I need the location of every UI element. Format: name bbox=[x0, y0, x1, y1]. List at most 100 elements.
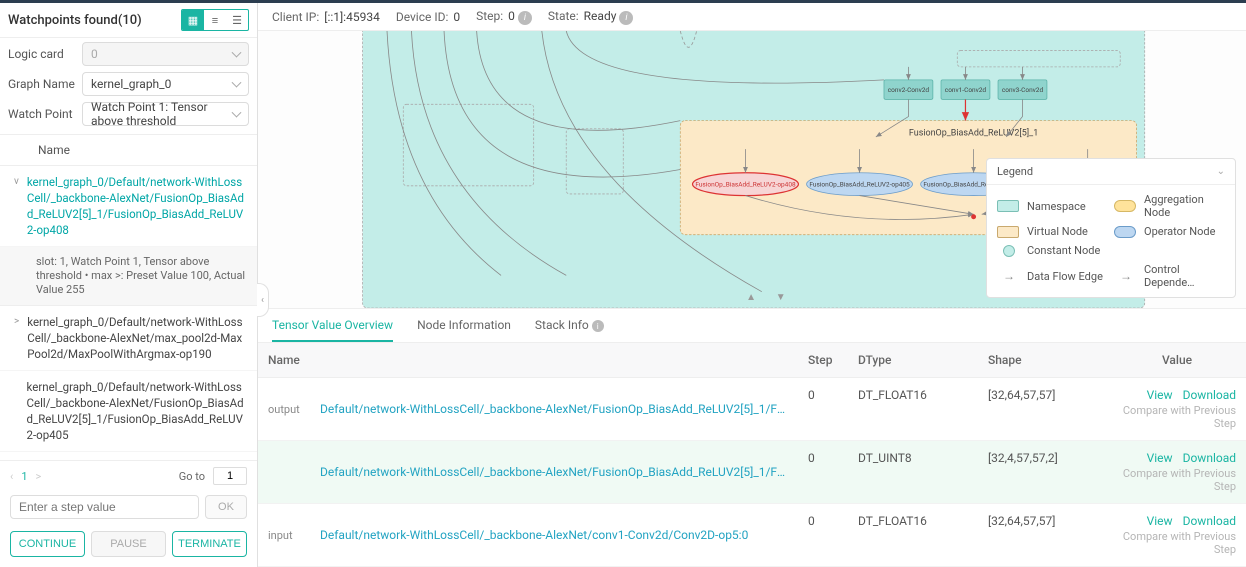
th-step: Step bbox=[798, 343, 848, 378]
wp-name: kernel_graph_0/Default/network-WithLossC… bbox=[27, 379, 249, 443]
ok-button[interactable]: OK bbox=[205, 495, 247, 519]
graph-nav-down-icon[interactable]: ▼ bbox=[772, 292, 790, 306]
th-dtype: DType bbox=[848, 343, 978, 378]
device-id-label: Device ID: bbox=[396, 10, 449, 24]
state-value: Ready bbox=[584, 9, 617, 23]
wp-detail: slot: 1, Watch Point 1, Tensor above thr… bbox=[0, 247, 257, 306]
arrow-icon: → bbox=[997, 269, 1021, 283]
legend-namespace: Namespace bbox=[1027, 200, 1108, 213]
tensor-name-link[interactable]: Default/network-WithLossCell/_backbone-A… bbox=[320, 528, 788, 542]
chevron-right-icon[interactable]: > bbox=[14, 316, 19, 362]
tensor-table: Name Step DType Shape Value outputDefaul… bbox=[258, 343, 1246, 567]
chevron-left-icon[interactable]: ‹ bbox=[10, 470, 13, 483]
chevron-right-icon[interactable] bbox=[14, 381, 19, 443]
svg-text:conv2-Conv2d: conv2-Conv2d bbox=[888, 86, 930, 94]
view-toggle: ▦ ≡ ☰ bbox=[181, 9, 249, 31]
tensor-name-link[interactable]: Default/network-WithLossCell/_backbone-A… bbox=[320, 465, 788, 479]
svg-text:FusionOp_BiasAdd_ReLUV2-op405: FusionOp_BiasAdd_ReLUV2-op405 bbox=[809, 181, 910, 189]
legend-control: Control Depende… bbox=[1144, 263, 1225, 289]
view-link[interactable]: View bbox=[1147, 451, 1173, 465]
svg-text:FusionOp_BiasAdd_ReLUV2-op408: FusionOp_BiasAdd_ReLUV2-op408 bbox=[695, 181, 796, 189]
list-item[interactable]: > kernel_graph_0/Default/network-WithLos… bbox=[0, 306, 257, 371]
device-id-value: 0 bbox=[453, 10, 460, 24]
view-link[interactable]: View bbox=[1147, 388, 1173, 402]
continue-button[interactable]: CONTINUE bbox=[10, 531, 85, 557]
compare-link[interactable]: Compare with Previous Step bbox=[1118, 404, 1236, 430]
graph-nav-up-icon[interactable]: ▲ bbox=[742, 292, 760, 306]
constant-swatch bbox=[1003, 245, 1015, 257]
legend: Legend ⌄ Namespace Aggregation Node Virt… bbox=[986, 158, 1236, 298]
main: Client IP: [::1]:45934 Device ID: 0 Step… bbox=[258, 3, 1246, 567]
compare-link[interactable]: Compare with Previous Step bbox=[1118, 530, 1236, 556]
list-item[interactable]: v kernel_graph_0/Default/network-WithLos… bbox=[0, 166, 257, 247]
client-ip-label: Client IP: bbox=[272, 10, 319, 24]
sidebar-controls: Logic card 0 Graph Name kernel_graph_0 W… bbox=[0, 38, 257, 135]
view-grid-button[interactable]: ▦ bbox=[182, 10, 204, 30]
graph-name-label: Graph Name bbox=[8, 77, 78, 91]
th-shape: Shape bbox=[978, 343, 1108, 378]
th-value: Value bbox=[1108, 343, 1246, 378]
legend-operator: Operator Node bbox=[1144, 225, 1225, 238]
graph-canvas[interactable]: conv2-Conv2d conv1-Conv2d conv3-Conv2d F… bbox=[258, 31, 1246, 309]
legend-constant: Constant Node bbox=[1027, 244, 1108, 257]
topbar: Client IP: [::1]:45934 Device ID: 0 Step… bbox=[258, 3, 1246, 31]
list-item[interactable]: kernel_graph_0/Default/network-WithLossC… bbox=[0, 452, 257, 460]
legend-aggregation: Aggregation Node bbox=[1144, 193, 1225, 219]
sidebar: Watchpoints found(10) ▦ ≡ ☰ Logic card 0… bbox=[0, 3, 258, 567]
watchpoint-list: v kernel_graph_0/Default/network-WithLos… bbox=[0, 166, 257, 460]
watch-point-label: Watch Point bbox=[8, 107, 78, 121]
tab-node-info[interactable]: Node Information bbox=[417, 310, 511, 342]
tab-tensor-overview[interactable]: Tensor Value Overview bbox=[272, 310, 393, 342]
info-icon[interactable]: i bbox=[518, 11, 532, 25]
logic-card-label: Logic card bbox=[8, 47, 78, 61]
chevron-down-icon[interactable]: ⌄ bbox=[1217, 166, 1225, 177]
namespace-swatch bbox=[997, 200, 1019, 212]
legend-dataflow: Data Flow Edge bbox=[1027, 270, 1108, 283]
goto-label: Go to bbox=[179, 470, 205, 483]
tab-stack-info[interactable]: Stack Infoi bbox=[535, 310, 604, 343]
watchpoints-title: Watchpoints found(10) bbox=[8, 13, 142, 28]
view-link[interactable]: View bbox=[1147, 514, 1173, 528]
graph-name-select[interactable]: kernel_graph_0 bbox=[82, 72, 249, 96]
view-compact-button[interactable]: ☰ bbox=[226, 10, 248, 30]
table-row: outputDefault/network-WithLossCell/_back… bbox=[258, 378, 798, 441]
download-link[interactable]: Download bbox=[1183, 388, 1236, 402]
tensor-name-link[interactable]: Default/network-WithLossCell/_backbone-A… bbox=[320, 402, 788, 416]
watch-point-select[interactable]: Watch Point 1: Tensor above threshold bbox=[82, 102, 249, 126]
info-icon[interactable]: i bbox=[592, 320, 604, 332]
pause-button: PAUSE bbox=[91, 531, 166, 557]
wp-name-link[interactable]: kernel_graph_0/Default/network-WithLossC… bbox=[27, 174, 249, 238]
client-ip-value: [::1]:45934 bbox=[324, 10, 380, 24]
goto-input[interactable] bbox=[213, 467, 247, 485]
svg-text:conv1-Conv2d: conv1-Conv2d bbox=[945, 86, 987, 94]
aggregation-swatch bbox=[1114, 200, 1136, 212]
logic-card-select[interactable]: 0 bbox=[82, 42, 249, 66]
pager-current: 1 bbox=[21, 470, 27, 483]
svg-text:conv3-Conv2d: conv3-Conv2d bbox=[1002, 86, 1044, 94]
step-input[interactable] bbox=[10, 495, 199, 519]
operator-swatch bbox=[1114, 226, 1136, 238]
th-name: Name bbox=[258, 343, 798, 378]
sidebar-collapse-toggle[interactable]: ‹ bbox=[257, 283, 269, 317]
tabs: Tensor Value Overview Node Information S… bbox=[258, 309, 1246, 343]
state-label: State: bbox=[548, 9, 579, 23]
compare-link[interactable]: Compare with Previous Step bbox=[1118, 467, 1236, 493]
step-label: Step: bbox=[476, 9, 503, 23]
terminate-button[interactable]: TERMINATE bbox=[172, 531, 247, 557]
legend-virtual: Virtual Node bbox=[1027, 225, 1108, 238]
chevron-right-icon[interactable]: > bbox=[36, 470, 42, 483]
virtual-swatch bbox=[997, 226, 1019, 238]
scope-title: FusionOp_BiasAdd_ReLUV2[5]_1 bbox=[909, 128, 1038, 138]
step-value: 0 bbox=[508, 9, 515, 23]
table-row: Default/network-WithLossCell/_backbone-A… bbox=[258, 441, 798, 504]
legend-title: Legend bbox=[997, 165, 1033, 178]
info-icon[interactable]: i bbox=[619, 11, 633, 25]
table-row: inputDefault/network-WithLossCell/_backb… bbox=[258, 504, 798, 567]
chevron-down-icon[interactable]: v bbox=[14, 176, 19, 238]
pager: ‹ 1 > Go to bbox=[0, 460, 257, 491]
download-link[interactable]: Download bbox=[1183, 451, 1236, 465]
view-list-button[interactable]: ≡ bbox=[204, 10, 226, 30]
list-item[interactable]: kernel_graph_0/Default/network-WithLossC… bbox=[0, 371, 257, 452]
download-link[interactable]: Download bbox=[1183, 514, 1236, 528]
wp-name-header: Name bbox=[0, 135, 257, 166]
